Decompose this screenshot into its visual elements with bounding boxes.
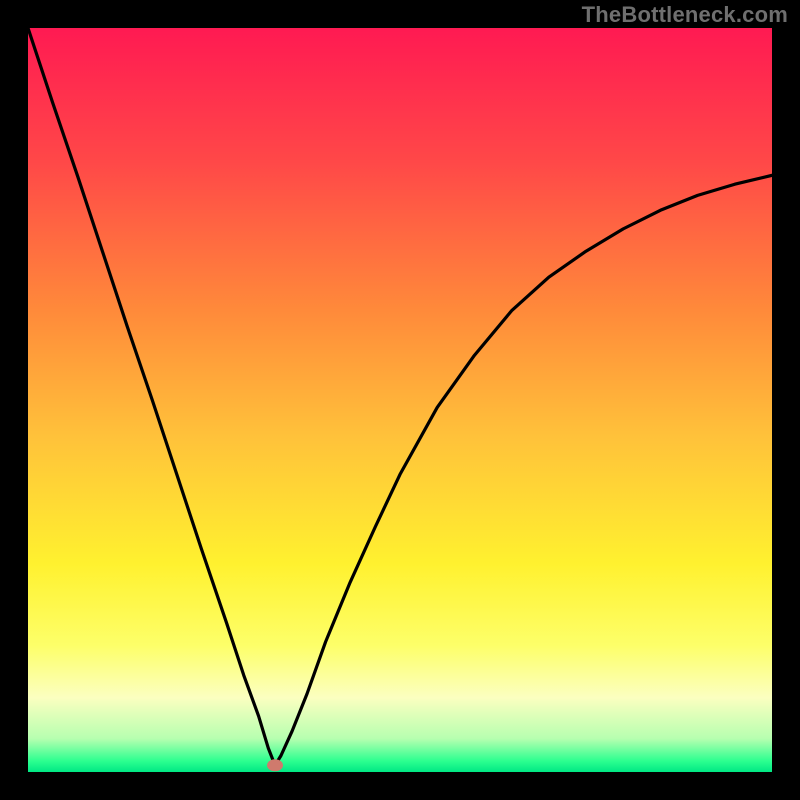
chart-svg <box>28 28 772 772</box>
watermark-text: TheBottleneck.com <box>582 2 788 28</box>
minimum-marker <box>267 759 283 771</box>
chart-frame: TheBottleneck.com <box>0 0 800 800</box>
plot-area <box>28 28 772 772</box>
gradient-background <box>28 28 772 772</box>
